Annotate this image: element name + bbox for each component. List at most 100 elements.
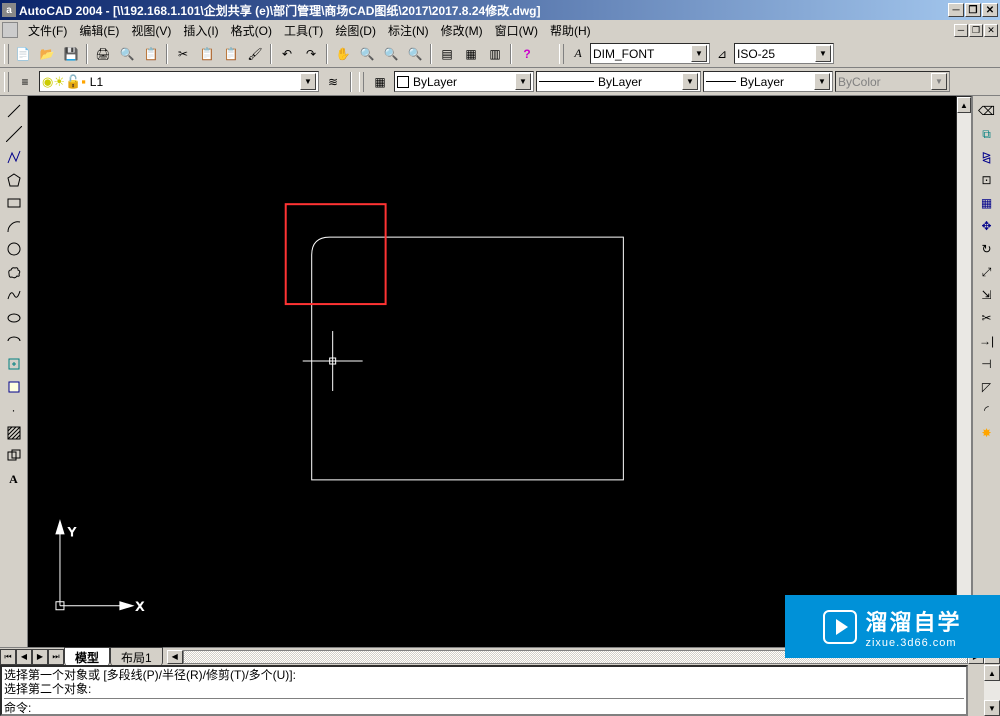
toolbar-grip[interactable] bbox=[4, 72, 9, 92]
color-dropdown[interactable]: ByLayer ▼ bbox=[394, 71, 534, 92]
tab-model[interactable]: 模型 bbox=[64, 647, 110, 666]
menu-tools[interactable]: 工具(T) bbox=[278, 20, 329, 41]
doc-close-button[interactable]: ✕ bbox=[984, 24, 998, 37]
preview-button[interactable]: 🔍 bbox=[116, 43, 138, 65]
rotate-button[interactable]: ↻ bbox=[976, 238, 998, 260]
document-icon[interactable] bbox=[2, 22, 18, 38]
save-button[interactable]: 💾 bbox=[60, 43, 82, 65]
close-button[interactable]: ✕ bbox=[982, 3, 998, 17]
toolbar-grip-2[interactable] bbox=[559, 44, 564, 64]
doc-minimize-button[interactable]: ─ bbox=[954, 24, 968, 37]
layer-dropdown[interactable]: ◉ ☀ 🔓 ▪ L1 ▼ bbox=[39, 71, 319, 92]
paste-button[interactable]: 📋 bbox=[220, 43, 242, 65]
scroll-up-button[interactable]: ▲ bbox=[957, 97, 971, 113]
dropdown-arrow-icon[interactable]: ▼ bbox=[300, 73, 316, 90]
zoom-prev-button[interactable]: 🔍 bbox=[404, 43, 426, 65]
offset-button[interactable]: ⊡ bbox=[976, 169, 998, 191]
tab-first-button[interactable]: ⏮ bbox=[0, 649, 16, 665]
redo-button[interactable]: ↷ bbox=[300, 43, 322, 65]
zoom-rt-button[interactable]: 🔍 bbox=[356, 43, 378, 65]
circle-button[interactable] bbox=[3, 238, 25, 260]
menu-modify[interactable]: 修改(M) bbox=[435, 20, 489, 41]
cut-button[interactable]: ✂ bbox=[172, 43, 194, 65]
mtext-button[interactable]: A bbox=[3, 468, 25, 490]
menu-edit[interactable]: 编辑(E) bbox=[73, 20, 125, 41]
matchprop-button[interactable]: 🖌 bbox=[244, 43, 266, 65]
tab-next-button[interactable]: ▶ bbox=[32, 649, 48, 665]
pan-button[interactable]: ✋ bbox=[332, 43, 354, 65]
tab-layout1[interactable]: 布局1 bbox=[110, 647, 163, 666]
fillet-button[interactable]: ◜ bbox=[976, 399, 998, 421]
ellipsearc-button[interactable] bbox=[3, 330, 25, 352]
menu-view[interactable]: 视图(V) bbox=[125, 20, 177, 41]
dimstyle-button[interactable]: ⊿ bbox=[711, 43, 733, 65]
maximize-button[interactable]: ❐ bbox=[965, 3, 981, 17]
line-button[interactable] bbox=[3, 100, 25, 122]
menu-dimension[interactable]: 标注(N) bbox=[382, 20, 435, 41]
menu-draw[interactable]: 绘图(D) bbox=[329, 20, 382, 41]
break-button[interactable]: ⊣ bbox=[976, 353, 998, 375]
copy-button[interactable]: 📋 bbox=[196, 43, 218, 65]
menu-file[interactable]: 文件(F) bbox=[22, 20, 73, 41]
properties-button[interactable]: ▤ bbox=[436, 43, 458, 65]
makeblock-button[interactable] bbox=[3, 376, 25, 398]
open-button[interactable]: 📂 bbox=[36, 43, 58, 65]
pline-button[interactable] bbox=[3, 146, 25, 168]
region-button[interactable] bbox=[3, 445, 25, 467]
vertical-scrollbar[interactable]: ▲ ▼ bbox=[956, 96, 972, 647]
toolbar-grip[interactable] bbox=[4, 44, 9, 64]
print-button[interactable]: 🖨 bbox=[92, 43, 114, 65]
new-button[interactable]: 📄 bbox=[12, 43, 34, 65]
toolbar-grip[interactable] bbox=[359, 72, 364, 92]
stretch-button[interactable]: ⇲ bbox=[976, 284, 998, 306]
menu-insert[interactable]: 插入(I) bbox=[177, 20, 224, 41]
scale-button[interactable]: ⤢ bbox=[976, 261, 998, 283]
scroll-track[interactable] bbox=[957, 113, 971, 630]
trim-button[interactable]: ✂ bbox=[976, 307, 998, 329]
dimstyle-dropdown[interactable]: ISO-25 ▼ bbox=[734, 43, 834, 64]
doc-restore-button[interactable]: ❐ bbox=[969, 24, 983, 37]
layermgr-button[interactable]: ≡ bbox=[14, 71, 36, 93]
polygon-button[interactable] bbox=[3, 169, 25, 191]
drawing-canvas[interactable]: Y X bbox=[28, 96, 956, 647]
xline-button[interactable] bbox=[3, 123, 25, 145]
menu-help[interactable]: 帮助(H) bbox=[544, 20, 597, 41]
rectangle-button[interactable] bbox=[3, 192, 25, 214]
designcenter-button[interactable]: ▦ bbox=[460, 43, 482, 65]
mirror-button[interactable]: ⧎ bbox=[976, 146, 998, 168]
point-button[interactable]: · bbox=[3, 399, 25, 421]
chamfer-button[interactable]: ◸ bbox=[976, 376, 998, 398]
help-button[interactable]: ? bbox=[516, 43, 538, 65]
minimize-button[interactable]: ─ bbox=[948, 3, 964, 17]
spline-button[interactable] bbox=[3, 284, 25, 306]
cmd-scroll-down[interactable]: ▼ bbox=[984, 700, 1000, 716]
publish-button[interactable]: 📋 bbox=[140, 43, 162, 65]
array-button[interactable]: ▦ bbox=[976, 192, 998, 214]
undo-button[interactable]: ↶ bbox=[276, 43, 298, 65]
dropdown-arrow-icon[interactable]: ▼ bbox=[691, 45, 707, 62]
linetype-dropdown[interactable]: ByLayer ▼ bbox=[536, 71, 701, 92]
revcloud-button[interactable] bbox=[3, 261, 25, 283]
command-window[interactable]: 选择第一个对象或 [多段线(P)/半径(R)/修剪(T)/多个(U)]: 选择第… bbox=[0, 665, 968, 716]
tab-prev-button[interactable]: ◀ bbox=[16, 649, 32, 665]
hscroll-left-button[interactable]: ◀ bbox=[167, 650, 183, 664]
colorctrl-button[interactable]: ▦ bbox=[369, 71, 391, 93]
menu-format[interactable]: 格式(O) bbox=[225, 20, 278, 41]
layerprev-button[interactable]: ≋ bbox=[322, 71, 344, 93]
dropdown-arrow-icon[interactable]: ▼ bbox=[515, 73, 531, 90]
dropdown-arrow-icon[interactable]: ▼ bbox=[682, 73, 698, 90]
explode-button[interactable]: ✸ bbox=[976, 422, 998, 444]
lineweight-dropdown[interactable]: ByLayer ▼ bbox=[703, 71, 833, 92]
extend-button[interactable]: →| bbox=[976, 330, 998, 352]
ellipse-button[interactable] bbox=[3, 307, 25, 329]
textstyle-button[interactable]: A bbox=[567, 43, 589, 65]
zoom-win-button[interactable]: 🔍 bbox=[380, 43, 402, 65]
tab-last-button[interactable]: ⏭ bbox=[48, 649, 64, 665]
menu-window[interactable]: 窗口(W) bbox=[489, 20, 544, 41]
hatch-button[interactable] bbox=[3, 422, 25, 444]
dropdown-arrow-icon[interactable]: ▼ bbox=[815, 45, 831, 62]
textstyle-dropdown[interactable]: DIM_FONT ▼ bbox=[590, 43, 710, 64]
toolpalette-button[interactable]: ▥ bbox=[484, 43, 506, 65]
move-button[interactable]: ✥ bbox=[976, 215, 998, 237]
insert-button[interactable] bbox=[3, 353, 25, 375]
